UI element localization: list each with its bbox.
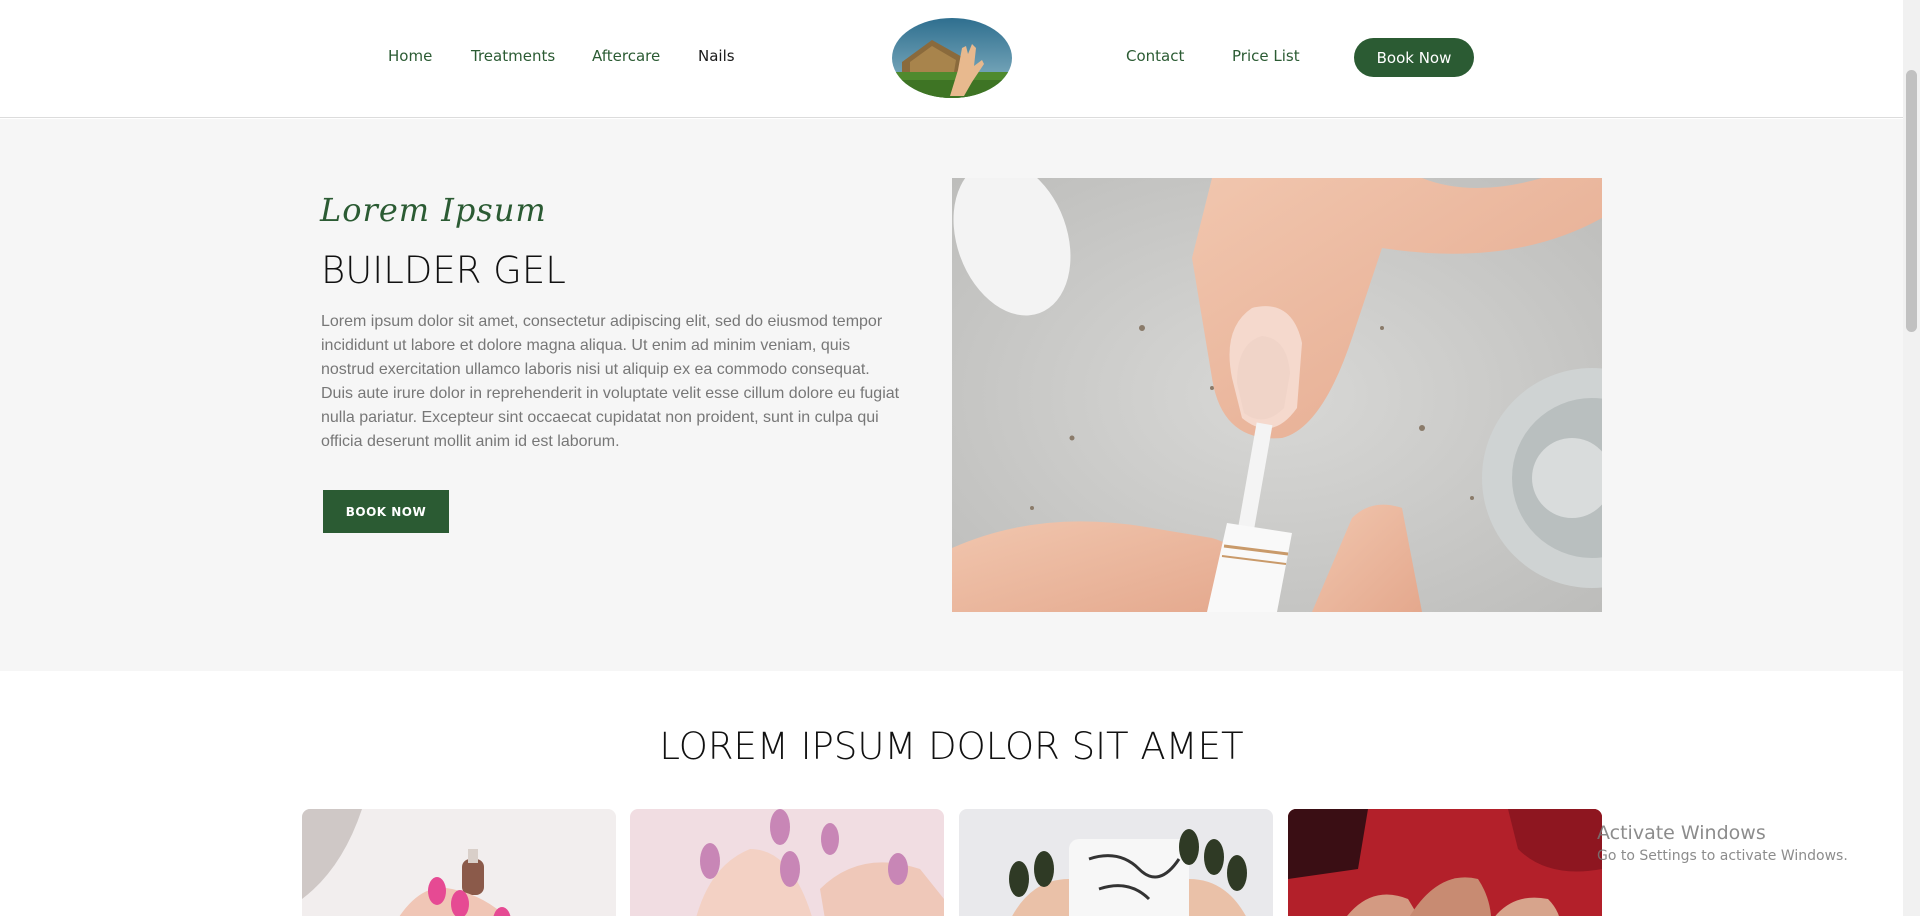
builder-gel-photo bbox=[952, 178, 1602, 612]
nav-home[interactable]: Home bbox=[388, 47, 432, 65]
activate-windows-watermark: Activate Windows Go to Settings to activ… bbox=[1597, 822, 1848, 864]
card-image bbox=[302, 809, 616, 916]
hero-description: Lorem ipsum dolor sit amet, consectetur … bbox=[321, 313, 900, 450]
gallery-card-group-hands[interactable] bbox=[1288, 809, 1602, 916]
site-header: Home Treatments Aftercare Nails Contact … bbox=[0, 0, 1903, 118]
scrollbar-thumb[interactable] bbox=[1906, 70, 1917, 332]
card-image bbox=[1288, 809, 1602, 916]
card-image bbox=[630, 809, 944, 916]
hero-book-now-button[interactable]: BOOK NOW bbox=[323, 490, 449, 533]
hero-title: BUILDER GEL bbox=[321, 249, 566, 292]
nav-contact[interactable]: Contact bbox=[1126, 47, 1184, 65]
nav-price-list[interactable]: Price List bbox=[1232, 47, 1300, 65]
nav-aftercare[interactable]: Aftercare bbox=[592, 47, 660, 65]
site-logo[interactable] bbox=[892, 18, 1012, 98]
nav-nails[interactable]: Nails bbox=[698, 47, 735, 65]
hero-nail-image bbox=[952, 178, 1602, 612]
logo-image bbox=[892, 18, 1012, 98]
gallery-card-pink-nails[interactable] bbox=[302, 809, 616, 916]
hero-script-title: Lorem Ipsum bbox=[320, 191, 547, 229]
section-title: LOREM IPSUM DOLOR SIT AMET bbox=[659, 725, 1244, 768]
nav-treatments[interactable]: Treatments bbox=[471, 47, 555, 65]
watermark-title: Activate Windows bbox=[1597, 822, 1766, 844]
gallery-card-dark-nails[interactable] bbox=[959, 809, 1273, 916]
header-book-now-button[interactable]: Book Now bbox=[1354, 38, 1474, 77]
watermark-subtitle: Go to Settings to activate Windows. bbox=[1597, 848, 1848, 864]
card-image bbox=[959, 809, 1273, 916]
gallery-card-lilac-nails[interactable] bbox=[630, 809, 944, 916]
hero-section: Lorem Ipsum BUILDER GEL Lorem ipsum dolo… bbox=[0, 119, 1903, 671]
